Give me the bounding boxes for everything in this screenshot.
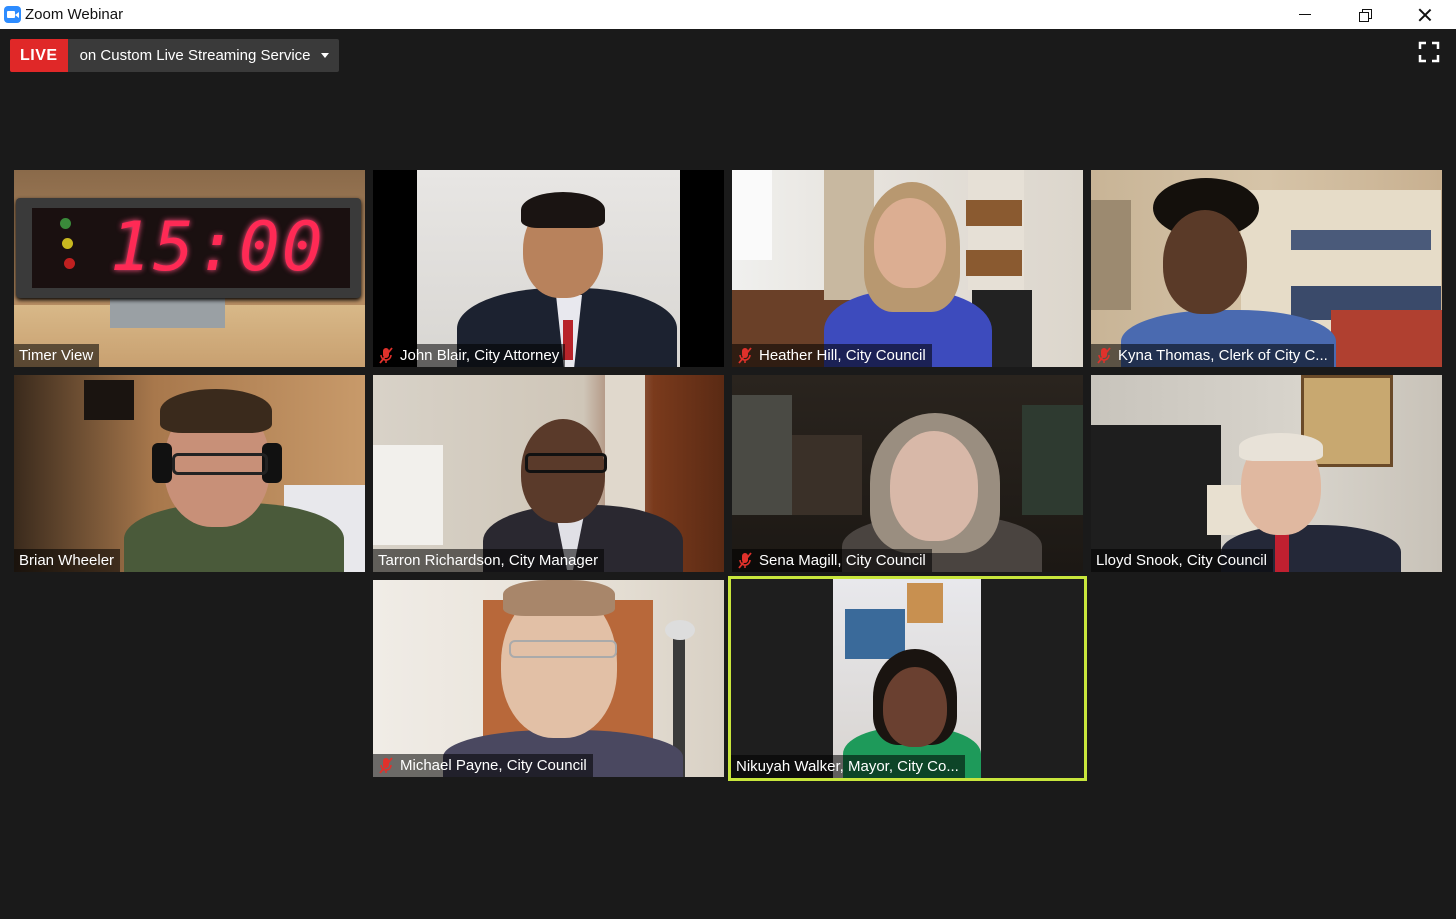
microphone-muted-icon (738, 347, 752, 364)
participant-name: Timer View (19, 347, 94, 364)
participant-name-tag: Michael Payne, City Council (373, 754, 593, 777)
participant-name: Tarron Richardson, City Manager (378, 552, 599, 569)
live-badge: LIVE (10, 39, 68, 72)
participant-name-tag: Heather Hill, City Council (732, 344, 932, 367)
video-tile-nikuyah-walker[interactable]: Nikuyah Walker, Mayor, City Co... (728, 576, 1087, 781)
participant-name: Sena Magill, City Council (759, 552, 926, 569)
participant-name-tag: Kyna Thomas, Clerk of City C... (1091, 344, 1334, 367)
participant-name: Michael Payne, City Council (400, 757, 587, 774)
participant-name-tag: Brian Wheeler (14, 549, 121, 572)
live-service-dropdown[interactable]: on Custom Live Streaming Service (67, 39, 339, 72)
fullscreen-icon (1418, 41, 1440, 63)
restore-button[interactable] (1336, 0, 1394, 29)
video-tile-lloyd-snook[interactable]: Lloyd Snook, City Council (1091, 375, 1442, 572)
close-button[interactable] (1396, 0, 1454, 29)
participant-name-tag: Nikuyah Walker, Mayor, City Co... (731, 755, 965, 778)
restore-icon (1359, 8, 1372, 22)
microphone-muted-icon (379, 757, 393, 774)
timer-display: 15:00 (110, 208, 325, 287)
video-tile-tarron-richardson[interactable]: Tarron Richardson, City Manager (373, 375, 724, 572)
participant-name: Brian Wheeler (19, 552, 115, 569)
chevron-down-icon (320, 53, 329, 58)
participant-name: John Blair, City Attorney (400, 347, 560, 364)
video-tile-kyna-thomas[interactable]: Kyna Thomas, Clerk of City C... (1091, 170, 1442, 367)
microphone-muted-icon (738, 552, 752, 569)
participant-name: Kyna Thomas, Clerk of City C... (1118, 347, 1328, 364)
video-tile-john-blair[interactable]: John Blair, City Attorney (373, 170, 724, 367)
video-tile-heather-hill[interactable]: Heather Hill, City Council (732, 170, 1083, 367)
title-bar: Zoom Webinar (0, 0, 1456, 29)
participant-name-tag: Timer View (14, 344, 100, 367)
video-tile-michael-payne[interactable]: Michael Payne, City Council (373, 580, 724, 777)
live-streaming-bar: LIVE on Custom Live Streaming Service (10, 39, 339, 72)
close-icon (1418, 8, 1432, 22)
minimize-icon (1299, 14, 1311, 15)
video-tile-timer[interactable]: 15:00 Timer View (14, 170, 365, 367)
window-title: Zoom Webinar (25, 6, 124, 23)
microphone-muted-icon (1097, 347, 1111, 364)
participant-name: Nikuyah Walker, Mayor, City Co... (736, 758, 959, 775)
video-tile-brian-wheeler[interactable]: Brian Wheeler (14, 375, 365, 572)
live-service-label: on Custom Live Streaming Service (79, 47, 311, 64)
fullscreen-button[interactable] (1418, 41, 1440, 63)
zoom-logo-icon (4, 6, 21, 23)
participant-name: Lloyd Snook, City Council (1096, 552, 1267, 569)
microphone-muted-icon (379, 347, 393, 364)
video-tile-sena-magill[interactable]: Sena Magill, City Council (732, 375, 1083, 572)
participant-name: Heather Hill, City Council (759, 347, 926, 364)
participant-name-tag: John Blair, City Attorney (373, 344, 566, 367)
participant-name-tag: Tarron Richardson, City Manager (373, 549, 605, 572)
minimize-button[interactable] (1276, 0, 1334, 29)
participant-name-tag: Lloyd Snook, City Council (1091, 549, 1273, 572)
participant-name-tag: Sena Magill, City Council (732, 549, 932, 572)
